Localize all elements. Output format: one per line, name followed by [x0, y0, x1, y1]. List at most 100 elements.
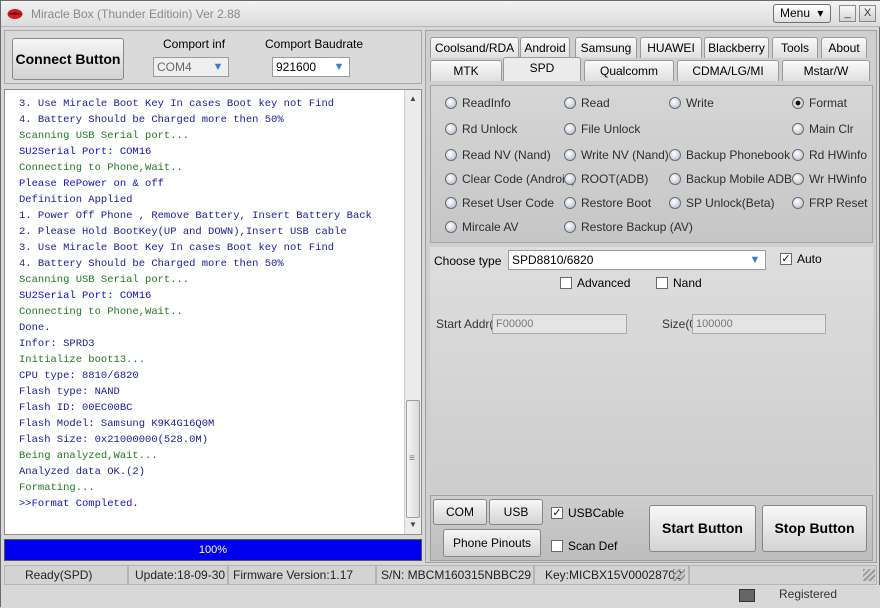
- keyboard-icon: [739, 589, 755, 602]
- radio-readinfo[interactable]: ReadInfo: [445, 95, 511, 111]
- tab-mtk[interactable]: MTK: [430, 60, 502, 81]
- progress-bar: 100%: [4, 539, 422, 561]
- usb-cable-check-icon: ✓: [551, 507, 563, 519]
- settings-panel: Choose type SPD8810/6820 ▼ ✓ Auto Advanc…: [430, 247, 873, 493]
- baudrate-value: 921600: [276, 60, 317, 74]
- radio-backup-phonebook[interactable]: Backup Phonebook: [669, 147, 790, 163]
- scan-def-box-icon: [551, 540, 563, 552]
- radio-dot-icon: [669, 173, 681, 185]
- title-bar[interactable]: Miracle Box (Thunder Editioin) Ver 2.88 …: [1, 1, 880, 27]
- radio-dot-icon: [445, 97, 457, 109]
- radio-label: Format: [809, 96, 848, 110]
- phone-pinouts-button[interactable]: Phone Pinouts: [443, 529, 541, 557]
- radio-dot-icon: [445, 149, 457, 161]
- log-scrollbar[interactable]: ▲ ≡ ▼: [404, 90, 421, 534]
- scroll-down-arrow-icon[interactable]: ▼: [405, 517, 421, 533]
- radio-label: Rd HWinfo: [809, 148, 868, 162]
- log-output[interactable]: 3. Use Miracle Boot Key In cases Boot ke…: [4, 89, 422, 535]
- chevron-down-icon: ▾: [817, 6, 824, 20]
- radio-clear-code-android[interactable]: Clear Code (Android): [445, 171, 575, 187]
- menu-button[interactable]: Menu ▾: [773, 4, 831, 23]
- advanced-label: Advanced: [577, 276, 631, 290]
- right-pane: Coolsand/RDA Android Samsung HUAWEI Blackber…: [425, 30, 877, 563]
- tab-mstar-w[interactable]: Mstar/W: [782, 60, 870, 81]
- advanced-box-icon: [560, 277, 572, 289]
- resize-grip-icon[interactable]: [863, 569, 875, 581]
- radio-dot-icon: [445, 197, 457, 209]
- radio-format[interactable]: Format: [792, 95, 847, 111]
- advanced-checkbox[interactable]: Advanced: [560, 276, 630, 290]
- radio-dot-icon: [445, 173, 457, 185]
- connection-box: Connect Button Comport inf COM4 ▼ Compor…: [4, 30, 422, 84]
- radio-rd-hwinfo[interactable]: Rd HWinfo: [792, 147, 867, 163]
- comport-value: COM4: [157, 60, 192, 74]
- close-button[interactable]: X: [859, 5, 876, 22]
- start-addr-field[interactable]: F00000: [492, 314, 627, 334]
- radio-root-adb[interactable]: ROOT(ADB): [564, 171, 648, 187]
- nand-checkbox[interactable]: Nand: [656, 276, 702, 290]
- radio-backup-mobile-adb[interactable]: Backup Mobile ADB: [669, 171, 792, 187]
- usb-scan-button[interactable]: USB Scan: [489, 499, 543, 543]
- radio-restore-boot[interactable]: Restore Boot: [564, 195, 651, 211]
- radio-label: Backup Mobile ADB: [686, 172, 793, 186]
- log-line: 1. Power Off Phone , Remove Battery, Ins…: [19, 210, 372, 222]
- radio-rd-unlock[interactable]: Rd Unlock: [445, 121, 517, 137]
- lips-logo-icon: [7, 9, 23, 19]
- log-line: 4. Battery Should be Charged more then 5…: [19, 258, 284, 270]
- tab-blackberry[interactable]: Blackberry: [704, 37, 769, 58]
- log-line: Definition Applied: [19, 194, 133, 206]
- size-label: Size(0: [662, 317, 697, 331]
- tab-tools[interactable]: Tools: [772, 37, 818, 58]
- progress-label: 100%: [198, 544, 228, 556]
- com-scan-button[interactable]: COM Scan: [433, 499, 487, 543]
- radio-label: Mircale AV: [462, 220, 519, 234]
- radio-label: Write NV (Nand): [581, 148, 669, 162]
- scan-def-checkbox[interactable]: Scan Def: [551, 539, 617, 553]
- tab-cdma-lg-mi[interactable]: CDMA/LG/MI: [677, 60, 779, 81]
- choose-type-select[interactable]: SPD8810/6820 ▼: [508, 250, 766, 270]
- stop-button[interactable]: Stop Button: [762, 505, 867, 552]
- radio-main-clr[interactable]: Main Clr: [792, 121, 854, 137]
- tab-huawei[interactable]: HUAWEI: [640, 37, 702, 58]
- log-line: CPU type: 8810/6820: [19, 370, 139, 382]
- start-button[interactable]: Start Button: [649, 505, 756, 552]
- radio-file-unlock[interactable]: File Unlock: [564, 121, 640, 137]
- baudrate-select[interactable]: 921600 ▼: [272, 57, 350, 77]
- log-lines: 3. Use Miracle Boot Key In cases Boot ke…: [19, 96, 403, 512]
- radio-dot-icon: [669, 97, 681, 109]
- log-line: 4. Battery Should be Charged more then 5…: [19, 114, 284, 126]
- radio-dot-icon: [792, 197, 804, 209]
- radio-label: ReadInfo: [462, 96, 511, 110]
- auto-checkbox[interactable]: ✓ Auto: [780, 252, 822, 266]
- scroll-thumb[interactable]: ≡: [406, 400, 420, 518]
- status-empty: [689, 565, 877, 585]
- radio-write[interactable]: Write: [669, 95, 714, 111]
- log-line: SU2Serial Port: COM16: [19, 290, 152, 302]
- tab-samsung[interactable]: Samsung: [575, 37, 637, 58]
- log-line: Please RePower on & off: [19, 178, 164, 190]
- radio-mircale-av[interactable]: Mircale AV: [445, 219, 518, 235]
- tab-coolsand-rda[interactable]: Coolsand/RDA: [430, 37, 519, 58]
- comport-select[interactable]: COM4 ▼: [153, 57, 229, 77]
- radio-restore-backup-av[interactable]: Restore Backup (AV): [564, 219, 693, 235]
- function-panel: ReadInfo Read Write Format Rd Unlock File Unl…: [430, 85, 873, 243]
- size-field[interactable]: 100000: [692, 314, 826, 334]
- radio-wr-hwinfo[interactable]: Wr HWinfo: [792, 171, 867, 187]
- tab-about[interactable]: About: [821, 37, 867, 58]
- scroll-up-arrow-icon[interactable]: ▲: [405, 91, 421, 107]
- minimize-button[interactable]: _: [839, 5, 856, 22]
- radio-reset-user-code[interactable]: Reset User Code: [445, 195, 554, 211]
- radio-write-nv-nand[interactable]: Write NV (Nand): [564, 147, 669, 163]
- radio-sp-unlock-beta[interactable]: SP Unlock(Beta): [669, 195, 774, 211]
- tab-qualcomm[interactable]: Qualcomm: [584, 60, 674, 81]
- tab-spd[interactable]: SPD: [503, 57, 581, 81]
- dropdown-arrow-icon: ▼: [333, 61, 345, 73]
- radio-label: Rd Unlock: [462, 122, 518, 136]
- usb-cable-checkbox[interactable]: ✓ USBCable: [551, 506, 624, 520]
- radio-frp-reset[interactable]: FRP Reset: [792, 195, 867, 211]
- radio-read-nv-nand[interactable]: Read NV (Nand): [445, 147, 551, 163]
- tab-android[interactable]: Android: [520, 37, 570, 58]
- radio-read[interactable]: Read: [564, 95, 610, 111]
- connect-button[interactable]: Connect Button: [12, 38, 124, 80]
- radio-dot-icon: [792, 123, 804, 135]
